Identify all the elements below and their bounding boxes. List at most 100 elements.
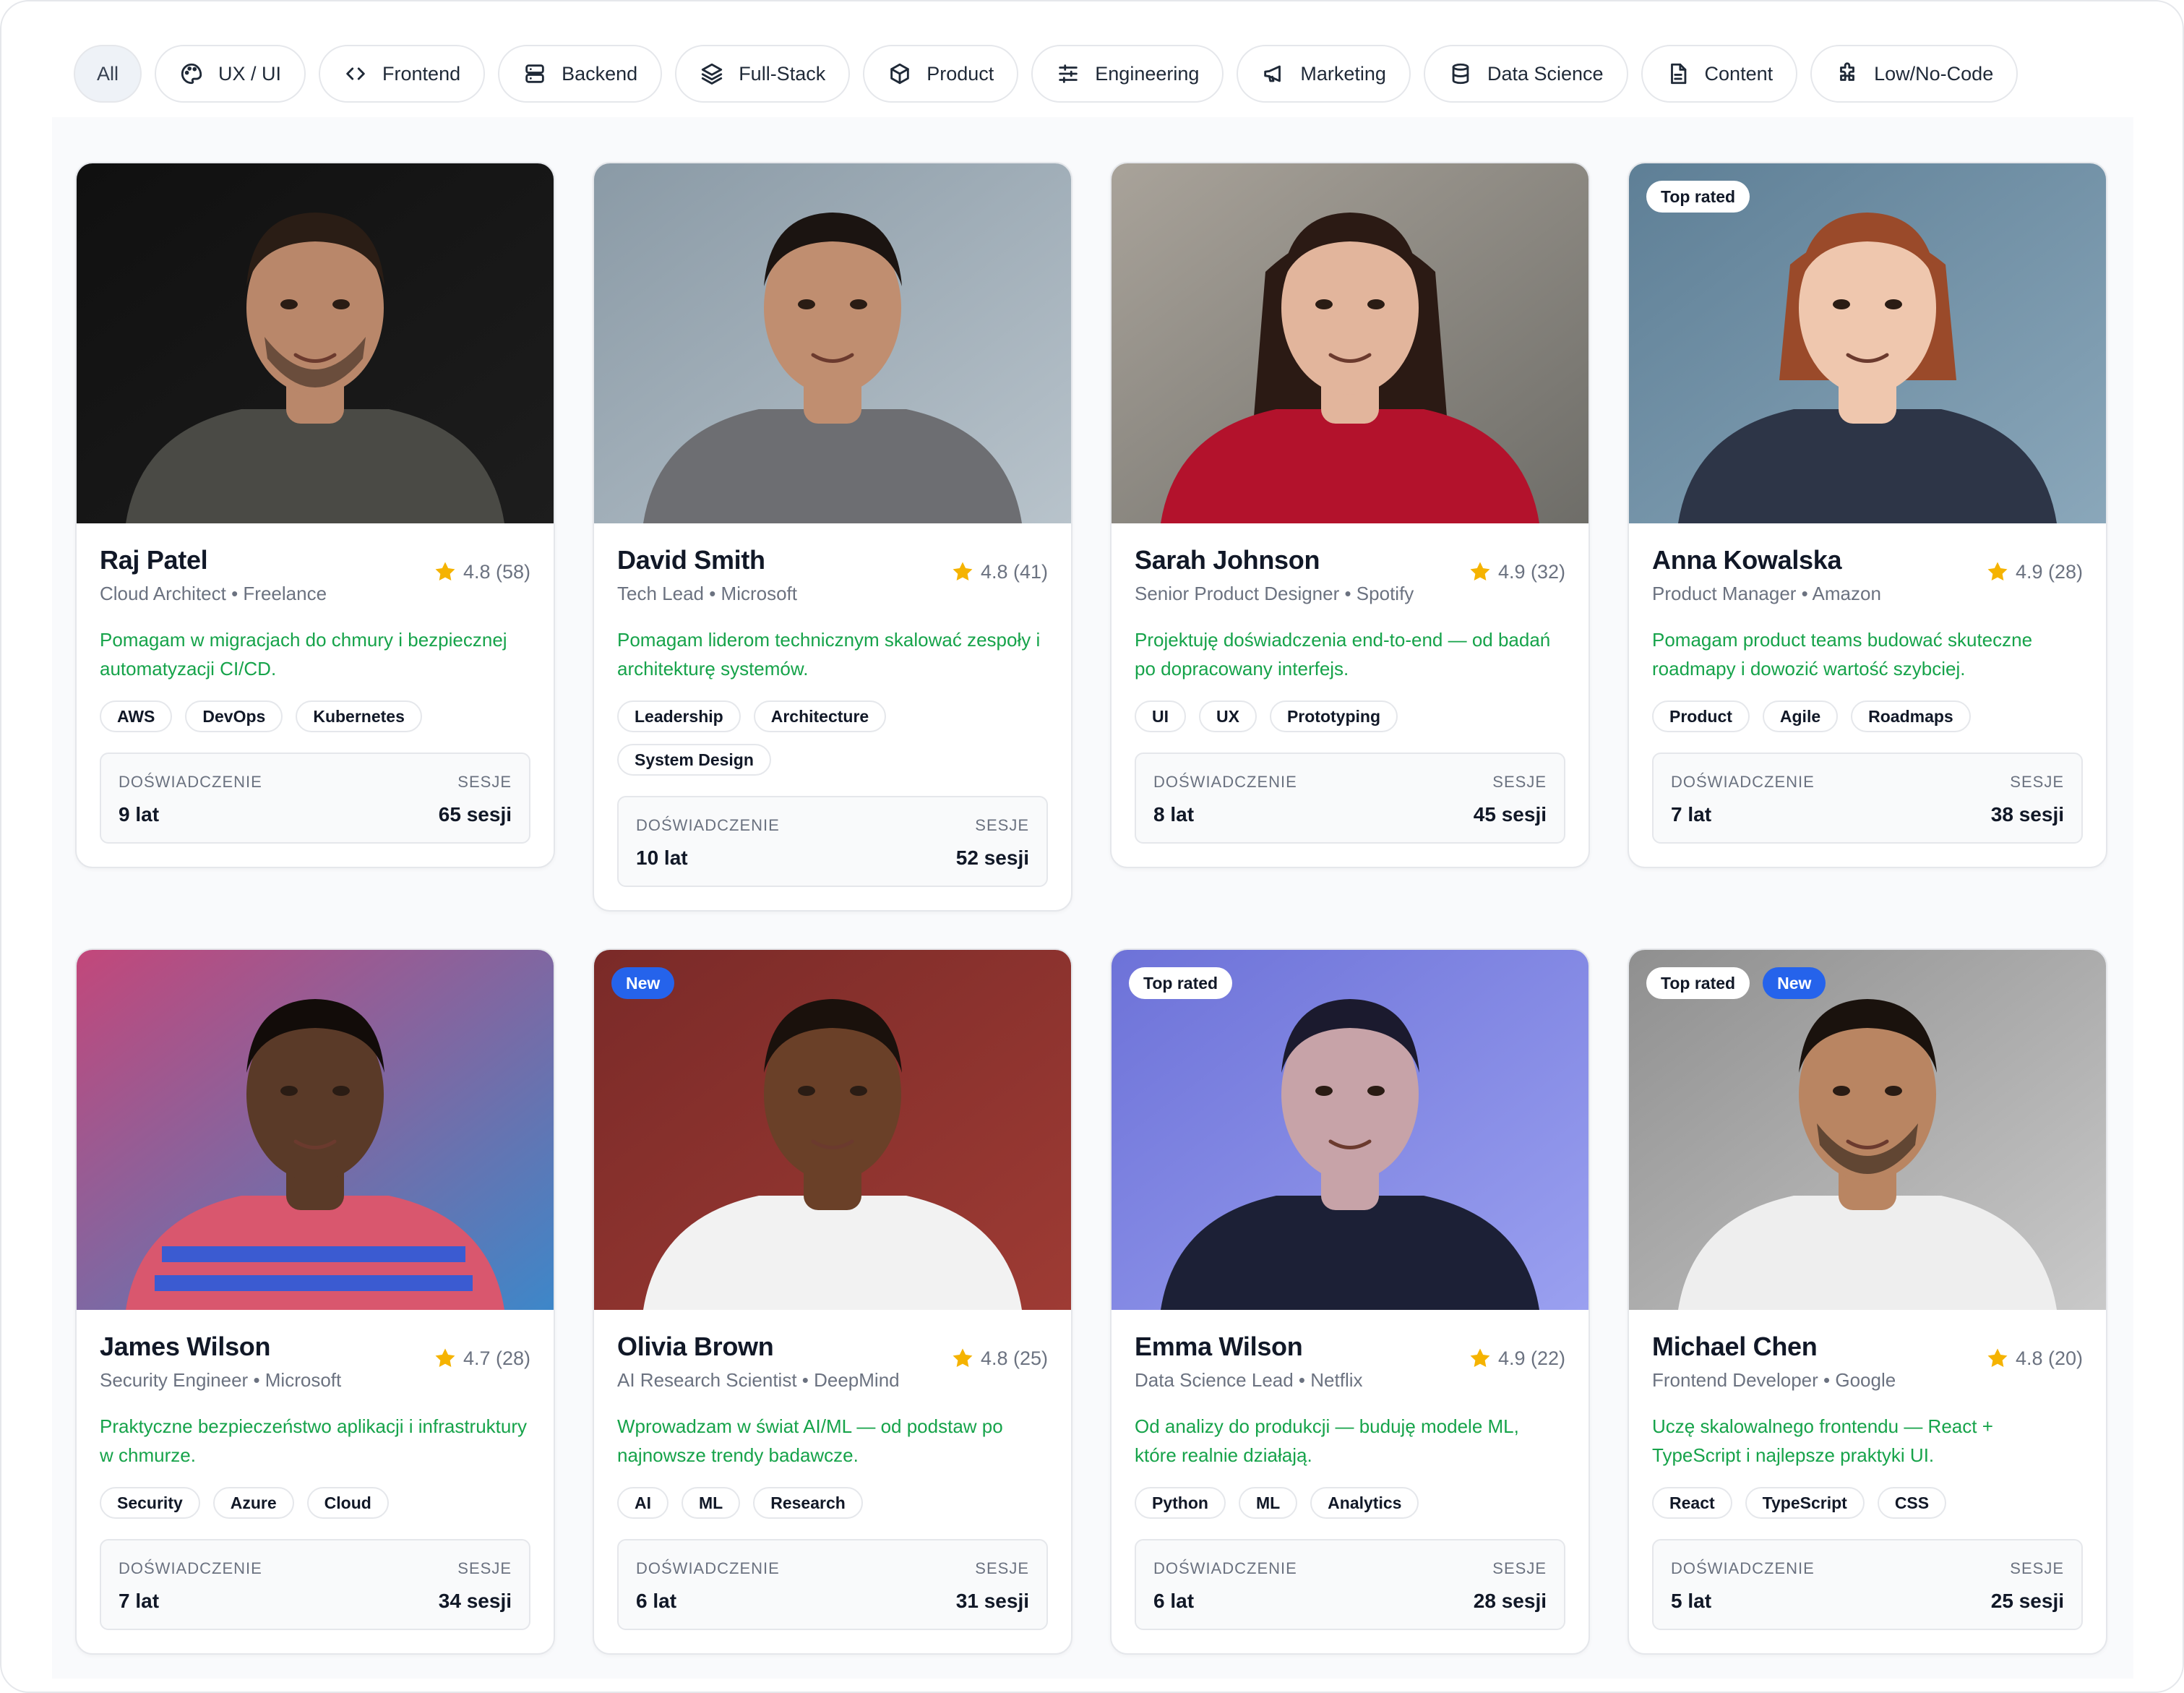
- skill-tag[interactable]: CSS: [1877, 1487, 1947, 1519]
- sessions-label: SESJE: [975, 816, 1029, 834]
- skill-tag[interactable]: Kubernetes: [296, 700, 422, 732]
- rating-value: 4.8 (58): [463, 560, 530, 583]
- mentor-name[interactable]: Emma Wilson: [1135, 1332, 1363, 1362]
- new-badge: New: [1763, 967, 1826, 999]
- top-rated-badge: Top rated: [1646, 967, 1750, 999]
- skill-tag[interactable]: Leadership: [617, 700, 741, 732]
- experience-label: DOŚWIADCZENIE: [1153, 1559, 1297, 1577]
- filter-chip-ux-ui[interactable]: UX / UI: [155, 45, 306, 103]
- mentor-card-michael-chen[interactable]: Top rated New Michael Chen Frontend Devel…: [1628, 948, 2107, 1655]
- mentor-name[interactable]: Raj Patel: [100, 545, 327, 575]
- mentor-rating: 4.8 (58): [433, 560, 530, 584]
- skill-tag[interactable]: Security: [100, 1487, 200, 1519]
- skill-tag[interactable]: UX: [1199, 700, 1257, 732]
- mentor-role: Product Manager • Amazon: [1652, 583, 1881, 604]
- star-icon: [1468, 560, 1492, 584]
- star-icon: [1985, 1346, 2010, 1371]
- mentor-card-body: Emma Wilson Data Science Lead • Netflix …: [1112, 1310, 1588, 1653]
- skill-tag[interactable]: ML: [1238, 1487, 1298, 1519]
- skill-tag[interactable]: Architecture: [753, 700, 887, 732]
- mentor-stats: DOŚWIADCZENIE 5 lat SESJE 25 sesji: [1652, 1539, 2083, 1630]
- mentor-photo: [77, 950, 554, 1310]
- experience-label: DOŚWIADCZENIE: [1153, 773, 1297, 791]
- mentor-card-body: David Smith Tech Lead • Microsoft 4.8 (4…: [594, 523, 1071, 910]
- skill-tag[interactable]: Cloud: [306, 1487, 389, 1519]
- skill-tag[interactable]: Research: [753, 1487, 863, 1519]
- mentor-photo: Top rated New: [1629, 950, 2106, 1310]
- sessions-label: SESJE: [975, 1559, 1029, 1577]
- mentor-card-body: Anna Kowalska Product Manager • Amazon 4…: [1629, 523, 2106, 867]
- filter-chip-content[interactable]: Content: [1641, 45, 1798, 103]
- filter-chip-marketing[interactable]: Marketing: [1237, 45, 1411, 103]
- skill-tag[interactable]: React: [1652, 1487, 1732, 1519]
- filter-chip-all[interactable]: All: [74, 45, 142, 103]
- skill-tags: UI UX Prototyping: [1135, 700, 1565, 732]
- mentor-description: Od analizy do produkcji — buduję modele …: [1135, 1415, 1519, 1466]
- filter-chip-engineering[interactable]: Engineering: [1031, 45, 1224, 103]
- mentor-stats: DOŚWIADCZENIE 8 lat SESJE 45 sesji: [1135, 753, 1565, 844]
- megaphone-icon: [1261, 61, 1286, 86]
- mentor-card-david-smith[interactable]: David Smith Tech Lead • Microsoft 4.8 (4…: [593, 162, 1072, 912]
- skill-tag[interactable]: AI: [617, 1487, 668, 1519]
- mentor-name[interactable]: Olivia Brown: [617, 1332, 900, 1362]
- filter-chip-full-stack[interactable]: Full-Stack: [675, 45, 851, 103]
- skill-tags: AI ML Research: [617, 1487, 1048, 1519]
- layers-icon: [700, 61, 724, 86]
- filter-chip-label: All: [97, 62, 119, 85]
- filter-chip-backend[interactable]: Backend: [498, 45, 663, 103]
- mentor-name[interactable]: Anna Kowalska: [1652, 545, 1881, 575]
- star-icon: [1985, 560, 2010, 584]
- rating-value: 4.9 (28): [2015, 560, 2083, 583]
- mentor-name[interactable]: Sarah Johnson: [1135, 545, 1414, 575]
- sessions-label: SESJE: [457, 1559, 512, 1577]
- filter-chip-product[interactable]: Product: [863, 45, 1019, 103]
- top-rated-badge: Top rated: [1129, 967, 1233, 999]
- skill-tag[interactable]: DevOps: [185, 700, 283, 732]
- mentor-header: Raj Patel Cloud Architect • Freelance 4.…: [100, 545, 530, 605]
- mentor-name[interactable]: David Smith: [617, 545, 797, 575]
- filter-chip-data-science[interactable]: Data Science: [1423, 45, 1628, 103]
- sessions-label: SESJE: [457, 773, 512, 791]
- skill-tag[interactable]: ML: [682, 1487, 741, 1519]
- mentor-card-sarah-johnson[interactable]: Sarah Johnson Senior Product Designer • …: [1110, 162, 1590, 868]
- filter-chip-label: Backend: [562, 62, 638, 85]
- filter-chip-low-no-code[interactable]: Low/No-Code: [1810, 45, 2019, 103]
- badge-group: Top rated: [1129, 967, 1233, 999]
- skill-tag[interactable]: TypeScript: [1745, 1487, 1865, 1519]
- sessions-value: 65 sesji: [438, 803, 512, 826]
- sessions-label: SESJE: [1492, 773, 1547, 791]
- experience-label: DOŚWIADCZENIE: [636, 816, 780, 834]
- skill-tag[interactable]: Roadmaps: [1851, 700, 1971, 732]
- badge-group: Top rated: [1646, 181, 1750, 213]
- mentor-photo: [1112, 163, 1588, 523]
- filter-chip-label: Marketing: [1300, 62, 1386, 85]
- skill-tag[interactable]: Product: [1652, 700, 1750, 732]
- skill-tag[interactable]: Python: [1135, 1487, 1226, 1519]
- mentor-card-body: Sarah Johnson Senior Product Designer • …: [1112, 523, 1588, 867]
- sliders-icon: [1056, 61, 1080, 86]
- skill-tag[interactable]: Azure: [212, 1487, 294, 1519]
- mentor-name[interactable]: Michael Chen: [1652, 1332, 1896, 1362]
- mentor-card-olivia-brown[interactable]: New Olivia Brown AI Research Scientist •…: [593, 948, 1072, 1655]
- mentor-rating: 4.8 (41): [950, 560, 1048, 584]
- mentor-card-anna-kowalska[interactable]: Top rated Anna Kowalska Product Manager …: [1628, 162, 2107, 868]
- code-icon: [343, 61, 368, 86]
- experience-label: DOŚWIADCZENIE: [1671, 1559, 1815, 1577]
- skill-tag[interactable]: Agile: [1762, 700, 1839, 732]
- mentor-card-emma-wilson[interactable]: Top rated Emma Wilson Data Science Lead …: [1110, 948, 1590, 1655]
- filter-chip-frontend[interactable]: Frontend: [319, 45, 486, 103]
- mentor-role: Senior Product Designer • Spotify: [1135, 583, 1414, 604]
- skill-tag[interactable]: Analytics: [1310, 1487, 1419, 1519]
- sessions-label: SESJE: [1492, 1559, 1547, 1577]
- mentor-card-raj-patel[interactable]: Raj Patel Cloud Architect • Freelance 4.…: [75, 162, 555, 868]
- experience-value: 10 lat: [636, 846, 688, 869]
- mentor-description: Pomagam liderom technicznym skalować zes…: [617, 629, 1041, 680]
- mentor-name[interactable]: James Wilson: [100, 1332, 341, 1362]
- puzzle-icon: [1835, 61, 1860, 86]
- skill-tag[interactable]: Prototyping: [1269, 700, 1398, 732]
- skill-tag[interactable]: UI: [1135, 700, 1186, 732]
- mentor-card-james-wilson[interactable]: James Wilson Security Engineer • Microso…: [75, 948, 555, 1655]
- skill-tag[interactable]: AWS: [100, 700, 173, 732]
- skill-tag[interactable]: System Design: [617, 744, 771, 776]
- star-icon: [1468, 1346, 1492, 1371]
